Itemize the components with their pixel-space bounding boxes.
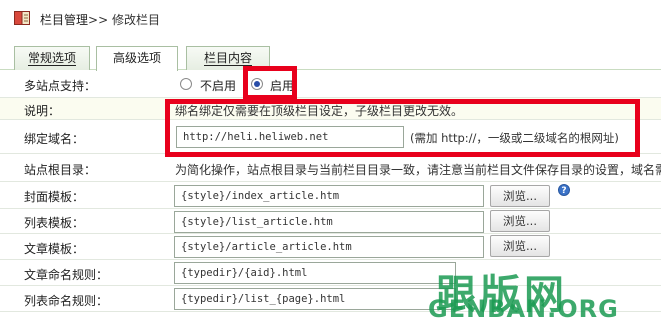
article-naming-input[interactable]: {typedir}/{aid}.html <box>174 262 456 284</box>
description-row: 说明： 绑名绑定仅需要在顶级栏目设定，子级栏目更改无效。 <box>0 98 661 120</box>
bind-domain-row: 绑定域名： http://heli.heliweb.net (需加 http:/… <box>0 120 661 154</box>
tab-content[interactable]: 栏目内容 <box>186 46 270 70</box>
watermark-logo-en: GENBAN.ORG <box>428 295 619 323</box>
list-template-label: 列表模板： <box>24 216 85 230</box>
multisite-disable-label[interactable]: 不启用 <box>200 77 236 94</box>
list-template-row: 列表模板： {style}/list_article.htm 浏览... <box>0 209 661 234</box>
bind-domain-hint: (需加 http://，一级或二级域名的根网址) <box>410 131 619 145</box>
tab-bar: 常规选项 高级选项 栏目内容 <box>0 40 661 71</box>
cover-template-label: 封面模板： <box>24 190 85 204</box>
multisite-label: 多站点支持： <box>24 79 97 93</box>
cover-template-browse-button[interactable]: 浏览... <box>490 185 550 207</box>
article-naming-label: 文章命名规则： <box>24 268 109 282</box>
list-naming-label: 列表命名规则： <box>24 294 109 308</box>
bind-domain-input[interactable]: http://heli.heliweb.net <box>176 126 404 148</box>
title-bar: 栏目管理>> 修改栏目 <box>0 0 661 38</box>
article-template-browse-button[interactable]: 浏览... <box>490 235 550 257</box>
tab-general-label: 常规选项 <box>27 51 76 66</box>
multisite-row: 多站点支持： 不启用 启用 <box>0 71 661 98</box>
tab-advanced[interactable]: 高级选项 <box>96 46 178 71</box>
help-icon[interactable]: ? <box>558 184 570 196</box>
breadcrumb-section-link[interactable]: 栏目管理 <box>40 13 88 27</box>
breadcrumb-separator: >> <box>88 13 109 27</box>
cover-template-input[interactable]: {style}/index_article.htm <box>174 185 484 207</box>
list-template-input[interactable]: {style}/list_article.htm <box>174 211 484 233</box>
bind-domain-label: 绑定域名： <box>24 132 85 146</box>
tab-content-label: 栏目内容 <box>203 51 252 66</box>
cover-template-row: 封面模板： {style}/index_article.htm 浏览... ? <box>0 182 661 209</box>
tab-advanced-label: 高级选项 <box>112 51 161 65</box>
site-root-row: 站点根目录： 为简化操作，站点根目录与当前栏目目录一致，请注意当前栏目文件保存目… <box>0 154 661 182</box>
article-template-label: 文章模板： <box>24 242 85 256</box>
breadcrumb: 栏目管理>> 修改栏目 <box>40 11 160 28</box>
multisite-enable-label[interactable]: 启用 <box>270 77 294 94</box>
description-text: 绑名绑定仅需要在顶级栏目设定，子级栏目更改无效。 <box>175 104 464 118</box>
book-icon <box>14 11 30 25</box>
site-root-label: 站点根目录： <box>24 163 97 177</box>
site-root-text: 为简化操作，站点根目录与当前栏目目录一致，请注意当前栏目文件保存目录的设置，域名… <box>175 163 661 177</box>
multisite-disable-radio[interactable] <box>180 78 192 90</box>
tab-general[interactable]: 常规选项 <box>14 46 90 70</box>
list-template-browse-button[interactable]: 浏览... <box>490 210 550 232</box>
multisite-enable-radio[interactable] <box>251 78 263 90</box>
breadcrumb-current: 修改栏目 <box>111 13 160 27</box>
description-label: 说明： <box>24 104 61 118</box>
article-template-input[interactable]: {style}/article_article.htm <box>174 236 484 258</box>
article-template-row: 文章模板： {style}/article_article.htm 浏览... <box>0 234 661 260</box>
list-naming-input[interactable]: {typedir}/list_{page}.html <box>174 288 456 310</box>
